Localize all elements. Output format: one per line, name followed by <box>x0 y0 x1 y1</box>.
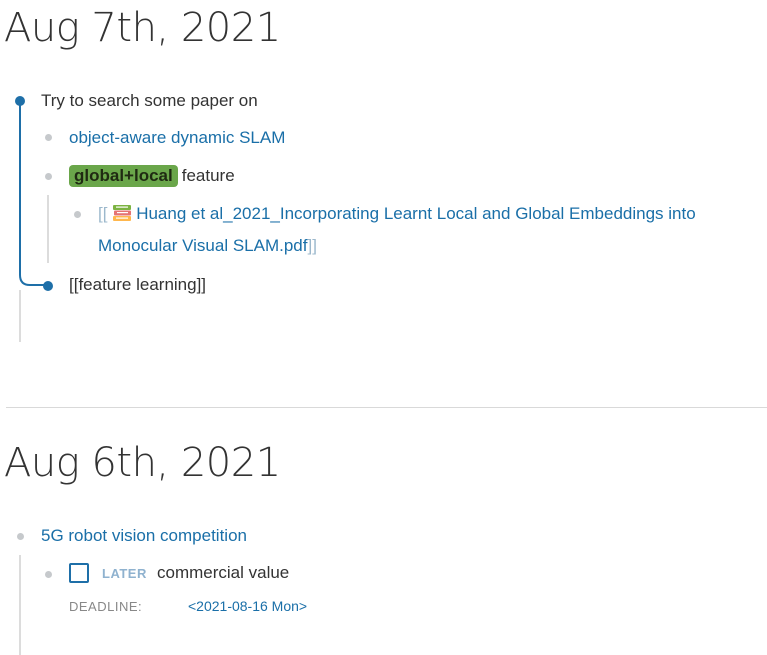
pdf-link-text[interactable]: Huang et al_2021_Incorporating Learnt Lo… <box>136 204 696 223</box>
pdf-link-line-2[interactable]: Monocular Visual SLAM.pdf]] <box>98 235 317 257</box>
block-with-tag: global+local feature <box>69 165 235 187</box>
books-icon <box>112 204 132 228</box>
tag-global-local[interactable]: global+local <box>69 165 178 187</box>
block-connector-line <box>19 101 46 286</box>
block-text[interactable]: feature <box>182 166 235 185</box>
pdf-link-text-continued[interactable]: Monocular Visual SLAM.pdf <box>98 236 307 255</box>
children-guide-line <box>19 555 21 655</box>
block-bullet[interactable] <box>15 96 25 106</box>
journal-title-aug-7[interactable]: Aug 7th, 2021 <box>4 8 281 48</box>
pdf-link-line-1[interactable]: [[ Huang et al_2021_Incorporating Learnt… <box>98 203 696 228</box>
journals-page: Aug 7th, 2021 Try to search some paper o… <box>0 0 767 655</box>
task-marker-later[interactable]: LATER <box>102 566 147 581</box>
block-bullet[interactable] <box>17 533 24 540</box>
journal-title-aug-6[interactable]: Aug 6th, 2021 <box>4 443 281 483</box>
child-bullet[interactable] <box>45 571 52 578</box>
block-text-feature-learning[interactable]: [[feature learning]] <box>69 274 206 296</box>
block-guide-line <box>19 290 21 342</box>
page-link-object-aware-dynamic-slam[interactable]: object-aware dynamic SLAM <box>69 127 285 149</box>
children-guide-line <box>47 195 49 263</box>
task-checkbox[interactable] <box>69 563 89 583</box>
journal-divider <box>6 407 767 408</box>
link-close-brackets: ]] <box>307 236 317 255</box>
block-text[interactable]: Try to search some paper on <box>41 90 258 112</box>
block-bullet[interactable] <box>43 281 53 291</box>
property-key-deadline: DEADLINE: <box>69 599 143 614</box>
page-link-5g-robot-vision-competition[interactable]: 5G robot vision competition <box>41 525 247 547</box>
link-open-brackets: [[ <box>98 204 108 223</box>
child-bullet[interactable] <box>45 134 52 141</box>
property-value-deadline-date[interactable]: <2021-08-16 Mon> <box>188 598 307 614</box>
child-bullet[interactable] <box>45 173 52 180</box>
grandchild-bullet[interactable] <box>74 211 81 218</box>
task-text[interactable]: commercial value <box>157 562 289 584</box>
